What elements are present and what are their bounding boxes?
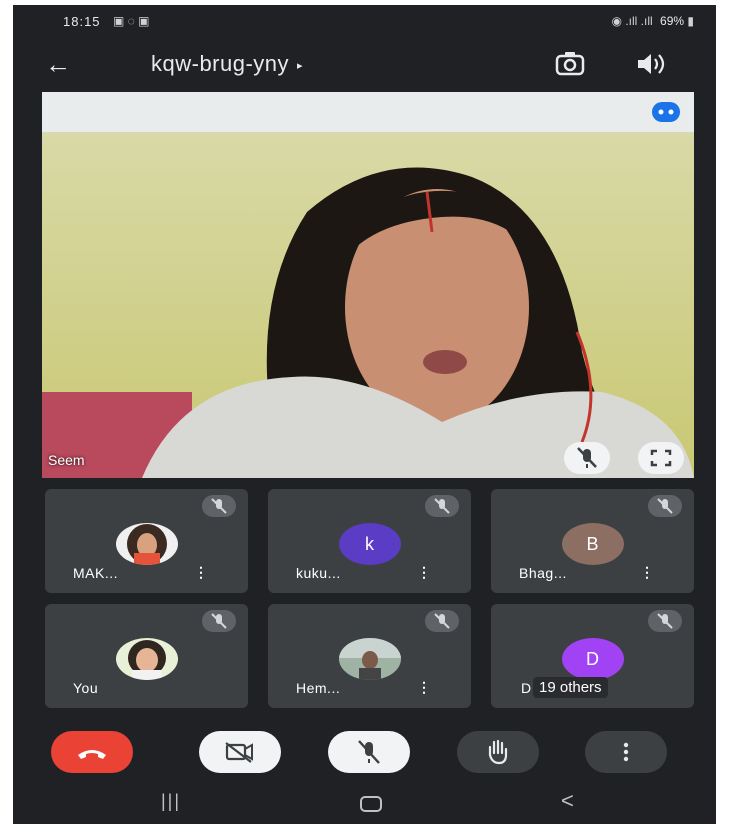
phone-hangup-icon xyxy=(78,750,106,759)
participant-avatar-letter: D xyxy=(561,638,624,680)
call-controls xyxy=(13,723,716,783)
participant-name: Hem... xyxy=(296,680,341,696)
video-frame-image xyxy=(42,92,694,478)
avatar-photo-image xyxy=(127,640,166,680)
status-time: 18:15 xyxy=(63,14,101,29)
more-vertical-icon xyxy=(623,742,629,762)
participant-more-icon[interactable]: ⋮ xyxy=(194,564,208,581)
others-prefix: D xyxy=(521,680,532,696)
others-count-chip[interactable]: 19 others xyxy=(533,677,608,698)
tile-mute-badge xyxy=(425,495,459,517)
mic-off-icon xyxy=(211,613,227,629)
participant-tile[interactable]: D D 19 others xyxy=(491,604,694,708)
mic-off-icon xyxy=(434,498,450,514)
meeting-code-title[interactable]: kqw-brug-yny ▸ xyxy=(151,51,303,77)
mic-off-icon xyxy=(434,613,450,629)
tile-mute-badge xyxy=(425,610,459,632)
participant-avatar-letter: k xyxy=(338,523,401,565)
speaker-icon[interactable] xyxy=(633,49,667,79)
avatar-photo-image xyxy=(126,524,167,565)
tile-mute-badge xyxy=(202,495,236,517)
participant-more-icon[interactable]: ⋮ xyxy=(640,564,654,581)
mic-off-icon xyxy=(358,740,380,764)
participant-name: You xyxy=(73,680,99,696)
home-icon[interactable] xyxy=(360,796,382,812)
hand-icon xyxy=(488,739,508,765)
participant-avatar-photo xyxy=(115,638,178,680)
participant-more-icon[interactable]: ⋮ xyxy=(417,679,431,696)
mic-toggle-button[interactable] xyxy=(328,731,410,773)
participant-avatar-letter: B xyxy=(561,523,624,565)
mic-off-icon xyxy=(577,447,597,468)
video-off-icon xyxy=(225,742,253,763)
battery-icon: ▮ xyxy=(687,14,694,28)
participant-tile[interactable]: Hem... ⋮ xyxy=(268,604,471,708)
mic-off-icon xyxy=(211,498,227,514)
avatar-photo-image xyxy=(338,638,401,680)
fullscreen-icon xyxy=(650,449,672,467)
signal-icon: ◉ .ıll .ıll xyxy=(611,14,653,28)
mic-off-icon xyxy=(657,498,673,514)
status-bar: 18:15 ▣ ◌ ▣ ◉ .ıll .ıll 69% ▮ xyxy=(13,5,716,37)
main-video-feed[interactable]: Seem xyxy=(42,92,694,478)
participant-avatar-photo xyxy=(115,523,178,565)
main-mute-button[interactable] xyxy=(564,442,610,474)
captions-badge[interactable] xyxy=(652,102,680,122)
system-nav-bar: ||| < xyxy=(13,785,716,824)
captions-icon xyxy=(658,109,674,115)
participant-tile[interactable]: MAK... ⋮ xyxy=(45,489,248,593)
mic-off-icon xyxy=(657,613,673,629)
end-call-button[interactable] xyxy=(51,731,133,773)
recent-apps-icon[interactable]: ||| xyxy=(161,791,181,812)
raise-hand-button[interactable] xyxy=(457,731,539,773)
more-options-button[interactable] xyxy=(585,731,667,773)
participant-tile[interactable]: k kuku... ⋮ xyxy=(268,489,471,593)
participant-avatar-photo xyxy=(338,638,401,680)
participant-more-icon[interactable]: ⋮ xyxy=(417,564,431,581)
participant-name: MAK... xyxy=(73,565,119,581)
battery-percent: 69% xyxy=(660,14,685,28)
status-right-icons: ◉ .ıll .ıll 69% ▮ xyxy=(612,14,694,28)
participant-tile[interactable]: You xyxy=(45,604,248,708)
phone-screen: 18:15 ▣ ◌ ▣ ◉ .ıll .ıll 69% ▮ ← kqw-brug… xyxy=(13,5,716,824)
tile-mute-badge xyxy=(202,610,236,632)
participant-tile[interactable]: B Bhag... ⋮ xyxy=(491,489,694,593)
participant-name: Bhag... xyxy=(519,565,567,581)
camera-toggle-button[interactable] xyxy=(199,731,281,773)
participant-name: kuku... xyxy=(296,565,341,581)
back-arrow-icon[interactable]: ← xyxy=(45,49,71,79)
fullscreen-button[interactable] xyxy=(638,442,684,474)
main-speaker-name: Seem xyxy=(48,452,85,468)
app-bar: ← kqw-brug-yny ▸ xyxy=(13,45,716,89)
tile-mute-badge xyxy=(648,495,682,517)
nav-back-icon[interactable]: < xyxy=(561,788,574,814)
camera-switch-icon[interactable] xyxy=(553,49,587,79)
meeting-code: kqw-brug-yny xyxy=(151,51,290,76)
tile-mute-badge xyxy=(648,610,682,632)
notification-icons: ▣ ◌ ▣ xyxy=(113,14,150,28)
caret-right-icon: ▸ xyxy=(297,59,304,72)
